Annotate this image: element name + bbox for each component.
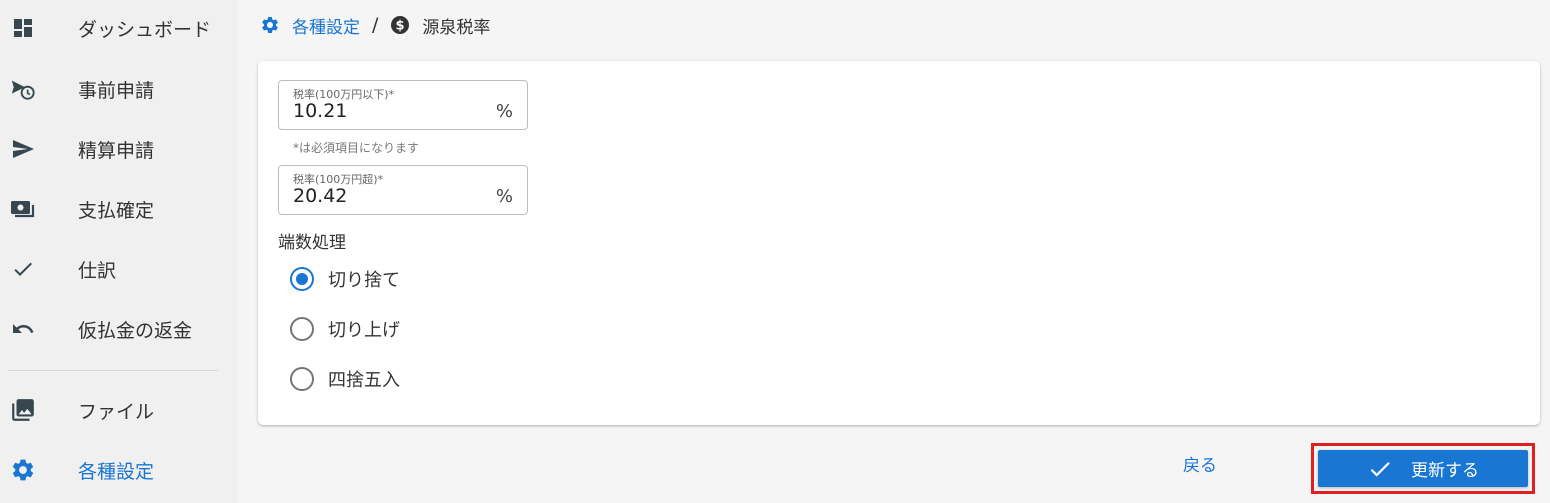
- sidebar-item-label: 精算申請: [78, 139, 155, 162]
- rate-low-field[interactable]: 税率(100万円以下)* %: [278, 80, 528, 130]
- rounding-title: 端数処理: [278, 233, 346, 253]
- radio-checked-icon: [290, 267, 314, 291]
- rate-low-input[interactable]: [293, 100, 473, 122]
- breadcrumb: 各種設定 / $ 源泉税率: [260, 12, 490, 38]
- sidebar-item-expense-application[interactable]: 精算申請: [0, 119, 238, 179]
- rounding-option-ceil[interactable]: 切り上げ: [290, 314, 400, 344]
- rounding-option-label: 四捨五入: [328, 370, 400, 391]
- sidebar-item-journal[interactable]: 仕訳: [0, 239, 238, 299]
- sidebar-item-files[interactable]: ファイル: [0, 380, 238, 440]
- svg-text:$: $: [396, 19, 405, 34]
- required-hint: *は必須項目になります: [293, 141, 420, 155]
- rounding-option-label: 切り捨て: [328, 270, 400, 291]
- rounding-option-round[interactable]: 四捨五入: [290, 364, 400, 394]
- dollar-circle-icon: $: [391, 16, 410, 34]
- send-icon: [10, 136, 36, 162]
- sidebar-item-settings[interactable]: 各種設定: [0, 440, 238, 500]
- sidebar-item-advance-refund[interactable]: 仮払金の返金: [0, 299, 238, 359]
- flight-schedule-icon: [10, 76, 36, 102]
- dashboard-icon: [10, 15, 36, 41]
- back-button[interactable]: 戻る: [1170, 452, 1230, 480]
- sidebar-item-dashboard[interactable]: ダッシュボード: [0, 0, 238, 58]
- radio-unchecked-icon: [290, 317, 314, 341]
- rate-high-field[interactable]: 税率(100万円超)* %: [278, 165, 528, 215]
- breadcrumb-parent-label: 各種設定: [292, 17, 360, 38]
- check-icon: [1370, 461, 1390, 477]
- undo-icon: [10, 316, 36, 342]
- rounding-option-floor[interactable]: 切り捨て: [290, 264, 400, 294]
- update-button-label: 更新する: [1411, 461, 1479, 481]
- sidebar-divider: [8, 370, 218, 371]
- settings-icon: [262, 16, 278, 33]
- payments-icon: [10, 196, 36, 222]
- settings-card: 税率(100万円以下)* % *は必須項目になります 税率(100万円超)* %…: [258, 61, 1540, 425]
- breadcrumb-current: $ 源泉税率: [390, 13, 490, 38]
- sidebar-item-pre-application[interactable]: 事前申請: [0, 59, 238, 119]
- rate-high-input[interactable]: [293, 185, 473, 207]
- breadcrumb-separator: /: [372, 14, 379, 36]
- settings-icon: [10, 457, 36, 483]
- update-button[interactable]: 更新する: [1318, 450, 1528, 487]
- rate-low-unit: %: [495, 101, 513, 122]
- radio-unchecked-icon: [290, 367, 314, 391]
- sidebar-item-label: ファイル: [78, 400, 155, 423]
- sidebar-item-label: 仮払金の返金: [78, 319, 193, 342]
- sidebar-item-payment-confirm[interactable]: 支払確定: [0, 179, 238, 239]
- breadcrumb-current-label: 源泉税率: [422, 17, 491, 38]
- rounding-option-label: 切り上げ: [328, 320, 400, 341]
- sidebar: ダッシュボード 事前申請 精算申請 支払確定 仕訳 仮払金の返金 ファイル 各種…: [0, 0, 238, 503]
- sidebar-item-label: 仕訳: [78, 259, 117, 282]
- sidebar-item-label: 各種設定: [78, 460, 155, 483]
- sidebar-item-label: 事前申請: [78, 79, 155, 102]
- photo-library-icon: [10, 397, 36, 423]
- rate-high-unit: %: [495, 186, 513, 207]
- submit-highlight-frame: 更新する: [1311, 443, 1535, 494]
- sidebar-item-label: 支払確定: [78, 199, 155, 222]
- breadcrumb-settings-link[interactable]: 各種設定: [260, 13, 360, 38]
- check-icon: [10, 256, 36, 282]
- main-content: 各種設定 / $ 源泉税率 税率(100万円以下)* % *は必須項目になります…: [238, 0, 1550, 503]
- sidebar-item-label: ダッシュボード: [78, 18, 212, 41]
